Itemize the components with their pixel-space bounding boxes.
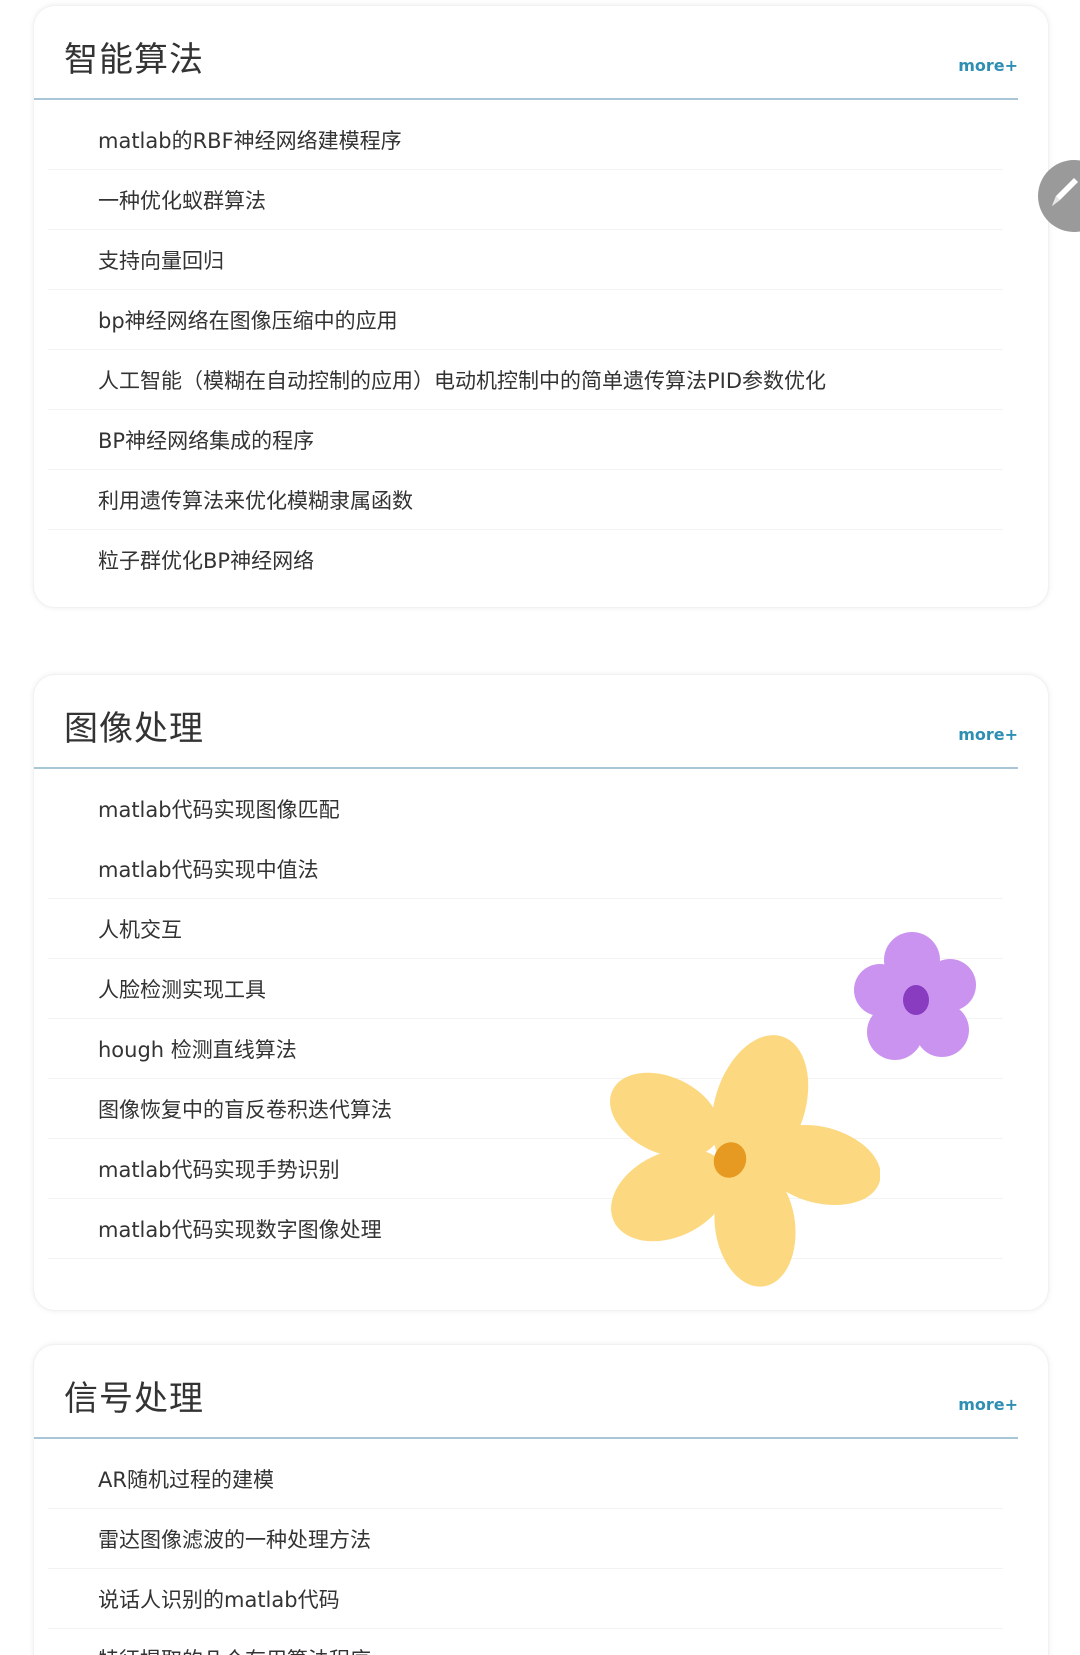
more-link[interactable]: more+ bbox=[958, 1395, 1018, 1414]
purple-flower-sticker bbox=[854, 932, 976, 1060]
article-list: AR随机过程的建模 雷达图像滤波的一种处理方法 说话人识别的matlab代码 特… bbox=[34, 1449, 1048, 1655]
article-list: matlab的RBF神经网络建模程序 一种优化蚁群算法 支持向量回归 bp神经网… bbox=[34, 110, 1048, 590]
section-title: 信号处理 bbox=[64, 1379, 204, 1419]
article-link[interactable]: 利用遗传算法来优化模糊隶属函数 bbox=[98, 485, 413, 515]
article-link[interactable]: 图像恢复中的盲反卷积迭代算法 bbox=[98, 1094, 392, 1124]
article-link[interactable]: matlab代码实现数字图像处理 bbox=[98, 1214, 382, 1244]
section-card-intelligent-algorithms: 智能算法 more+ matlab的RBF神经网络建模程序 一种优化蚁群算法 支… bbox=[33, 5, 1049, 608]
article-link[interactable]: AR随机过程的建模 bbox=[98, 1464, 274, 1494]
article-link[interactable]: 粒子群优化BP神经网络 bbox=[98, 545, 314, 575]
article-link[interactable]: 说话人识别的matlab代码 bbox=[98, 1584, 340, 1614]
section-header: 智能算法 more+ bbox=[34, 6, 1018, 100]
article-link[interactable]: 人工智能（模糊在自动控制的应用）电动机控制中的简单遗传算法PID参数优化 bbox=[98, 365, 826, 395]
list-item: 利用遗传算法来优化模糊隶属函数 bbox=[48, 470, 1003, 530]
article-link[interactable]: 特征提取的几个有用算法程序 bbox=[98, 1644, 371, 1655]
article-link[interactable]: matlab代码实现手势识别 bbox=[98, 1154, 340, 1184]
pencil-icon bbox=[1052, 178, 1078, 206]
article-link[interactable]: hough 检测直线算法 bbox=[98, 1034, 297, 1064]
list-item: BP神经网络集成的程序 bbox=[48, 410, 1003, 470]
article-link[interactable]: 雷达图像滤波的一种处理方法 bbox=[98, 1524, 371, 1554]
page: 智能算法 more+ matlab的RBF神经网络建模程序 一种优化蚁群算法 支… bbox=[0, 0, 1080, 1655]
section-title: 智能算法 bbox=[64, 40, 204, 80]
section-title: 图像处理 bbox=[64, 709, 204, 749]
article-link[interactable]: matlab代码实现中值法 bbox=[98, 854, 319, 884]
list-item: 人工智能（模糊在自动控制的应用）电动机控制中的简单遗传算法PID参数优化 bbox=[48, 350, 1003, 410]
list-item: 雷达图像滤波的一种处理方法 bbox=[48, 1509, 1003, 1569]
section-header: 图像处理 more+ bbox=[34, 675, 1018, 769]
article-link[interactable]: 人脸检测实现工具 bbox=[98, 974, 266, 1004]
more-link[interactable]: more+ bbox=[958, 56, 1018, 75]
article-link[interactable]: matlab代码实现图像匹配 bbox=[98, 794, 340, 824]
list-item: 支持向量回归 bbox=[48, 230, 1003, 290]
list-item: matlab代码实现图像匹配 bbox=[48, 779, 1003, 839]
list-item: AR随机过程的建模 bbox=[48, 1449, 1003, 1509]
yellow-flower-sticker bbox=[610, 1035, 880, 1287]
section-header: 信号处理 more+ bbox=[34, 1345, 1018, 1439]
list-item: 特征提取的几个有用算法程序 bbox=[48, 1629, 1003, 1655]
list-item: 说话人识别的matlab代码 bbox=[48, 1569, 1003, 1629]
list-item: 一种优化蚁群算法 bbox=[48, 170, 1003, 230]
article-link[interactable]: matlab的RBF神经网络建模程序 bbox=[98, 125, 402, 155]
article-link[interactable]: bp神经网络在图像压缩中的应用 bbox=[98, 305, 398, 335]
list-item: 粒子群优化BP神经网络 bbox=[48, 530, 1003, 590]
list-item: matlab的RBF神经网络建模程序 bbox=[48, 110, 1003, 170]
article-link[interactable]: 人机交互 bbox=[98, 914, 182, 944]
article-link[interactable]: 支持向量回归 bbox=[98, 245, 224, 275]
list-item: bp神经网络在图像压缩中的应用 bbox=[48, 290, 1003, 350]
section-card-signal-processing: 信号处理 more+ AR随机过程的建模 雷达图像滤波的一种处理方法 说话人识别… bbox=[33, 1344, 1049, 1655]
list-item: matlab代码实现中值法 bbox=[48, 839, 1003, 899]
more-link[interactable]: more+ bbox=[958, 725, 1018, 744]
article-link[interactable]: BP神经网络集成的程序 bbox=[98, 425, 314, 455]
article-link[interactable]: 一种优化蚁群算法 bbox=[98, 185, 266, 215]
